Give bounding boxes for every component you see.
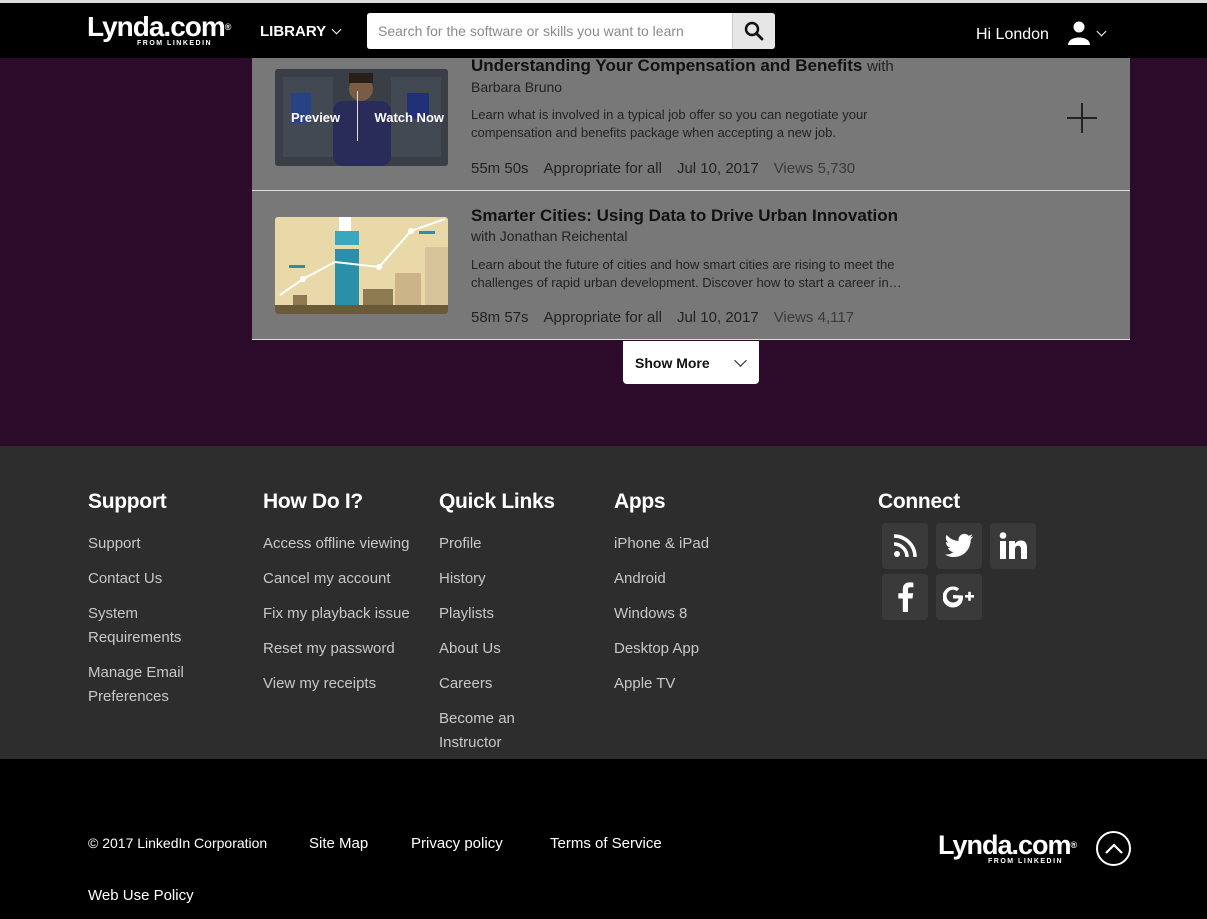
footer-link-desktop-app[interactable]: Desktop App — [614, 637, 764, 661]
course-author[interactable]: with Jonathan Reichental — [471, 228, 627, 244]
course-title[interactable]: Understanding Your Compensation and Bene… — [471, 56, 894, 76]
course-description: Learn about the future of cities and how… — [471, 257, 902, 290]
footer-howdoi-column: How Do I? Access offline viewing Cancel … — [263, 490, 418, 707]
footer-heading: How Do I? — [263, 490, 363, 513]
course-meta: 55m 50s Appropriate for all Jul 10, 2017… — [471, 160, 855, 177]
footer: Support Support Contact Us System Requir… — [0, 446, 1207, 759]
chevron-down-icon — [331, 24, 342, 35]
chevron-down-icon — [734, 353, 747, 367]
footer-link-careers[interactable]: Careers — [439, 672, 579, 696]
footer-link-view-receipts[interactable]: View my receipts — [263, 672, 418, 696]
twitter-button[interactable] — [936, 523, 982, 569]
site-map-link[interactable]: Site Map — [309, 835, 368, 852]
footer-apps-column: Apps iPhone & iPad Android Windows 8 Des… — [614, 490, 764, 707]
bottom-bar: © 2017 LinkedIn Corporation Site Map Pri… — [0, 759, 1207, 919]
user-icon — [1068, 21, 1090, 45]
course-thumbnail-art — [275, 217, 448, 314]
chevron-up-icon — [1104, 842, 1123, 854]
course-thumbnail[interactable]: Preview Watch Now — [275, 69, 448, 166]
search-bar — [367, 13, 775, 49]
footer-heading: Quick Links — [439, 490, 555, 513]
twitter-icon — [944, 533, 973, 558]
thumbnail-divider — [357, 91, 358, 141]
course-description: Learn what is involved in a typical job … — [471, 107, 868, 140]
footer-heading: Apps — [614, 490, 666, 513]
library-label: LIBRARY — [260, 23, 327, 40]
footer-link-become-instructor[interactable]: Become an Instructor — [439, 707, 579, 755]
watch-now-link[interactable]: Watch Now — [374, 110, 444, 125]
course-thumbnail[interactable] — [275, 217, 448, 314]
footer-quicklinks-column: Quick Links Profile History Playlists Ab… — [439, 490, 579, 766]
lynda-logo[interactable]: Lynda.com® FROM LINKEDIN — [87, 11, 231, 48]
rss-button[interactable] — [882, 523, 928, 569]
logo-wordmark: Lynda.com® — [938, 830, 1077, 860]
chevron-down-icon — [1096, 26, 1107, 36]
logo-wordmark: Lynda.com® — [87, 11, 231, 42]
top-navigation-bar: Lynda.com® FROM LINKEDIN LIBRARY Hi Lond… — [0, 0, 1207, 58]
library-menu-button[interactable]: LIBRARY — [260, 23, 342, 40]
course-level: Appropriate for all — [543, 160, 662, 177]
course-duration: 55m 50s — [471, 160, 529, 177]
terms-of-service-link[interactable]: Terms of Service — [550, 835, 662, 852]
course-card[interactable]: Smarter Cities: Using Data to Drive Urba… — [252, 191, 1130, 340]
course-list: Preview Watch Now Understanding Your Com… — [252, 56, 1130, 340]
web-use-policy-link[interactable]: Web Use Policy — [88, 887, 194, 904]
course-level: Appropriate for all — [543, 309, 662, 326]
copyright-text: © 2017 LinkedIn Corporation — [88, 835, 268, 851]
logo-subtitle: FROM LINKEDIN — [988, 858, 1064, 865]
google-plus-button[interactable] — [936, 574, 982, 620]
show-more-button[interactable]: Show More — [623, 341, 759, 384]
course-views: Views 4,117 — [773, 309, 855, 326]
privacy-policy-link[interactable]: Privacy policy — [411, 835, 503, 852]
facebook-icon — [898, 582, 914, 612]
footer-link-apple-tv[interactable]: Apple TV — [614, 672, 764, 696]
footer-support-column: Support Support Contact Us System Requir… — [88, 490, 228, 720]
search-input[interactable] — [367, 13, 732, 49]
user-menu-button[interactable] — [1067, 20, 1107, 46]
facebook-button[interactable] — [882, 574, 928, 620]
course-title[interactable]: Smarter Cities: Using Data to Drive Urba… — [471, 206, 898, 226]
user-greeting[interactable]: Hi London — [976, 26, 1049, 44]
rss-icon — [893, 534, 917, 558]
footer-link-support[interactable]: Support — [88, 532, 228, 556]
course-meta: 58m 57s Appropriate for all Jul 10, 2017… — [471, 309, 854, 326]
footer-link-about-us[interactable]: About Us — [439, 637, 579, 661]
google-plus-icon — [943, 586, 974, 608]
footer-link-playlists[interactable]: Playlists — [439, 602, 579, 626]
footer-link-manage-email[interactable]: Manage Email Preferences — [88, 661, 228, 709]
footer-link-fix-playback[interactable]: Fix my playback issue — [263, 602, 418, 626]
footer-heading: Support — [88, 490, 167, 513]
footer-link-iphone-ipad[interactable]: iPhone & iPad — [614, 532, 764, 556]
linkedin-icon — [999, 532, 1027, 559]
footer-lynda-logo[interactable]: Lynda.com® FROM LINKEDIN — [938, 830, 1077, 866]
course-author[interactable]: Barbara Bruno — [471, 79, 562, 95]
add-to-playlist-icon[interactable] — [1067, 103, 1097, 133]
footer-link-reset-password[interactable]: Reset my password — [263, 637, 418, 661]
footer-link-system-requirements[interactable]: System Requirements — [88, 602, 228, 650]
course-card[interactable]: Preview Watch Now Understanding Your Com… — [252, 56, 1130, 191]
footer-link-android[interactable]: Android — [614, 567, 764, 591]
show-more-label: Show More — [635, 354, 710, 371]
preview-link[interactable]: Preview — [291, 110, 340, 125]
footer-link-windows-8[interactable]: Windows 8 — [614, 602, 764, 626]
linkedin-button[interactable] — [990, 523, 1036, 569]
course-date: Jul 10, 2017 — [676, 160, 759, 177]
footer-link-history[interactable]: History — [439, 567, 579, 591]
course-date: Jul 10, 2017 — [676, 309, 759, 326]
back-to-top-button[interactable] — [1096, 831, 1131, 866]
footer-link-cancel-account[interactable]: Cancel my account — [263, 567, 418, 591]
footer-heading: Connect — [878, 490, 960, 513]
course-views: Views 5,730 — [773, 160, 856, 177]
logo-subtitle: FROM LINKEDIN — [137, 40, 213, 47]
course-duration: 58m 57s — [471, 309, 529, 326]
search-button[interactable] — [732, 13, 775, 49]
footer-link-contact-us[interactable]: Contact Us — [88, 567, 228, 591]
footer-link-offline-viewing[interactable]: Access offline viewing — [263, 532, 418, 556]
search-icon — [744, 21, 764, 41]
footer-link-profile[interactable]: Profile — [439, 532, 579, 556]
